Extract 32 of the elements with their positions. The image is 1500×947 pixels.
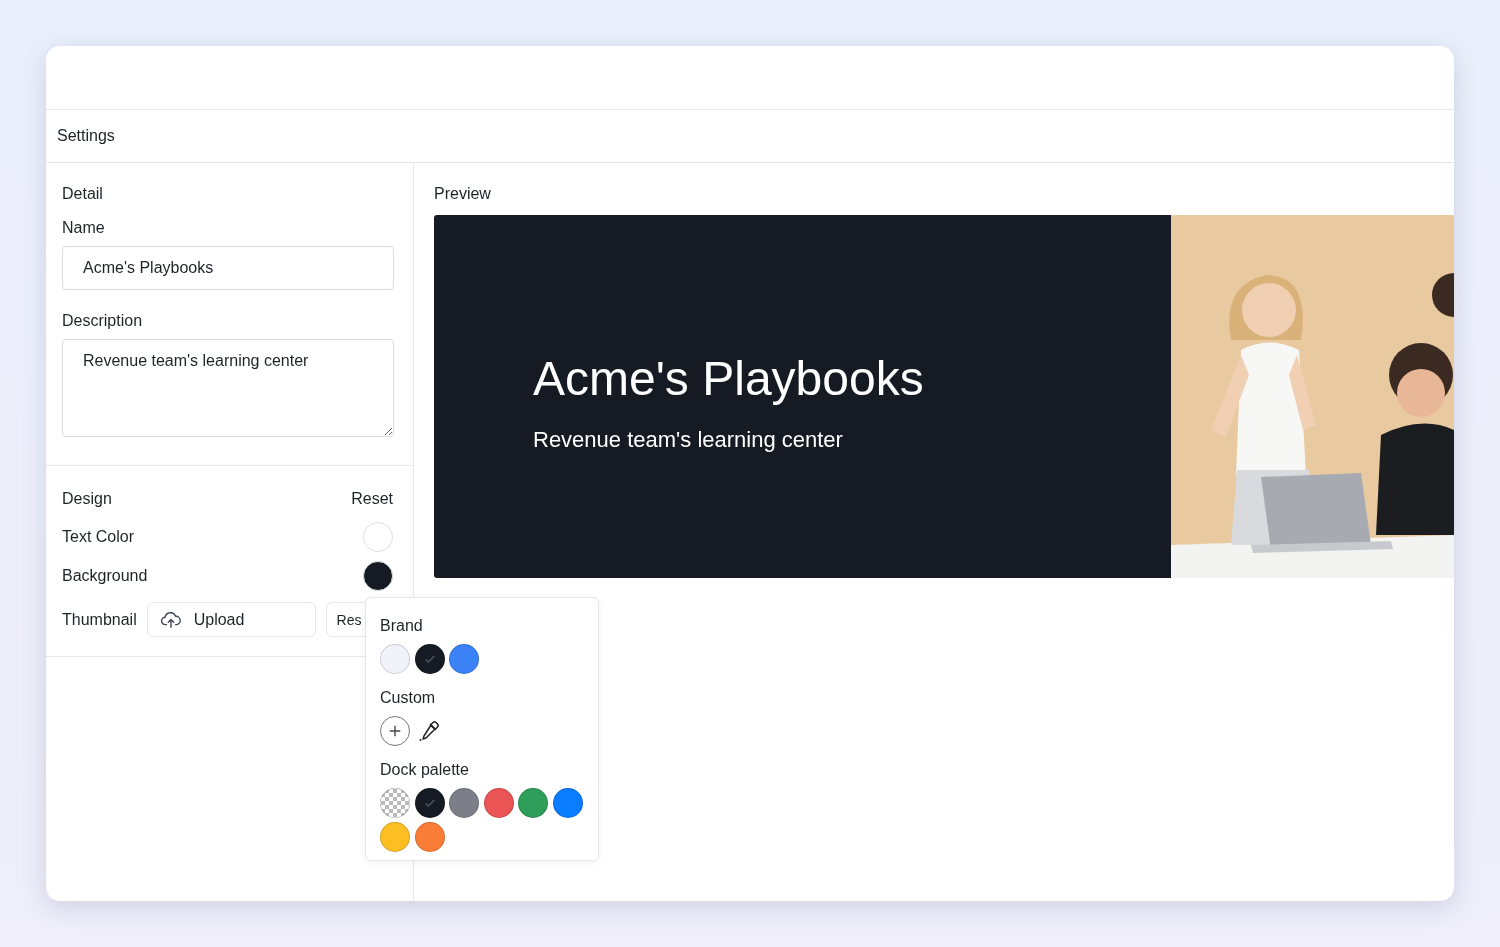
section-heading: Dock palette xyxy=(380,760,470,780)
section-heading: Custom xyxy=(380,688,437,708)
name-field[interactable]: Acme's Playbooks xyxy=(62,246,394,290)
section-heading: Design xyxy=(62,490,112,508)
field-label: Text Color xyxy=(62,528,135,546)
section-heading: Detail xyxy=(62,185,104,203)
color-swatch[interactable] xyxy=(552,788,583,818)
color-swatch[interactable] xyxy=(449,788,479,818)
color-swatch[interactable] xyxy=(449,644,479,674)
color-swatch[interactable] xyxy=(380,788,410,818)
window-title: Settings xyxy=(57,127,115,145)
field-label: Name xyxy=(62,219,106,237)
color-swatch[interactable] xyxy=(380,644,410,674)
add-color-button[interactable] xyxy=(380,716,410,746)
color-swatch[interactable] xyxy=(414,644,445,674)
color-swatch[interactable] xyxy=(363,561,393,591)
color-swatch[interactable] xyxy=(414,822,445,852)
plus-icon xyxy=(388,724,402,738)
color-swatch[interactable] xyxy=(380,822,410,852)
banner-subtitle: Revenue team's learning center xyxy=(533,427,844,453)
upload-button[interactable]: Upload xyxy=(146,602,316,637)
section-heading: Preview xyxy=(434,185,491,202)
color-swatch[interactable] xyxy=(363,522,393,552)
reset-link[interactable]: Reset xyxy=(351,490,393,508)
description-field[interactable]: Revenue team's learning center xyxy=(62,339,394,437)
color-swatch[interactable] xyxy=(414,788,445,818)
field-label: Background xyxy=(62,567,148,585)
field-label: Description xyxy=(62,312,144,330)
field-label: Thumbnail xyxy=(62,610,137,629)
color-swatch[interactable] xyxy=(483,788,514,818)
color-swatch[interactable] xyxy=(518,788,548,818)
banner-title: Acme's Playbooks xyxy=(533,351,925,407)
